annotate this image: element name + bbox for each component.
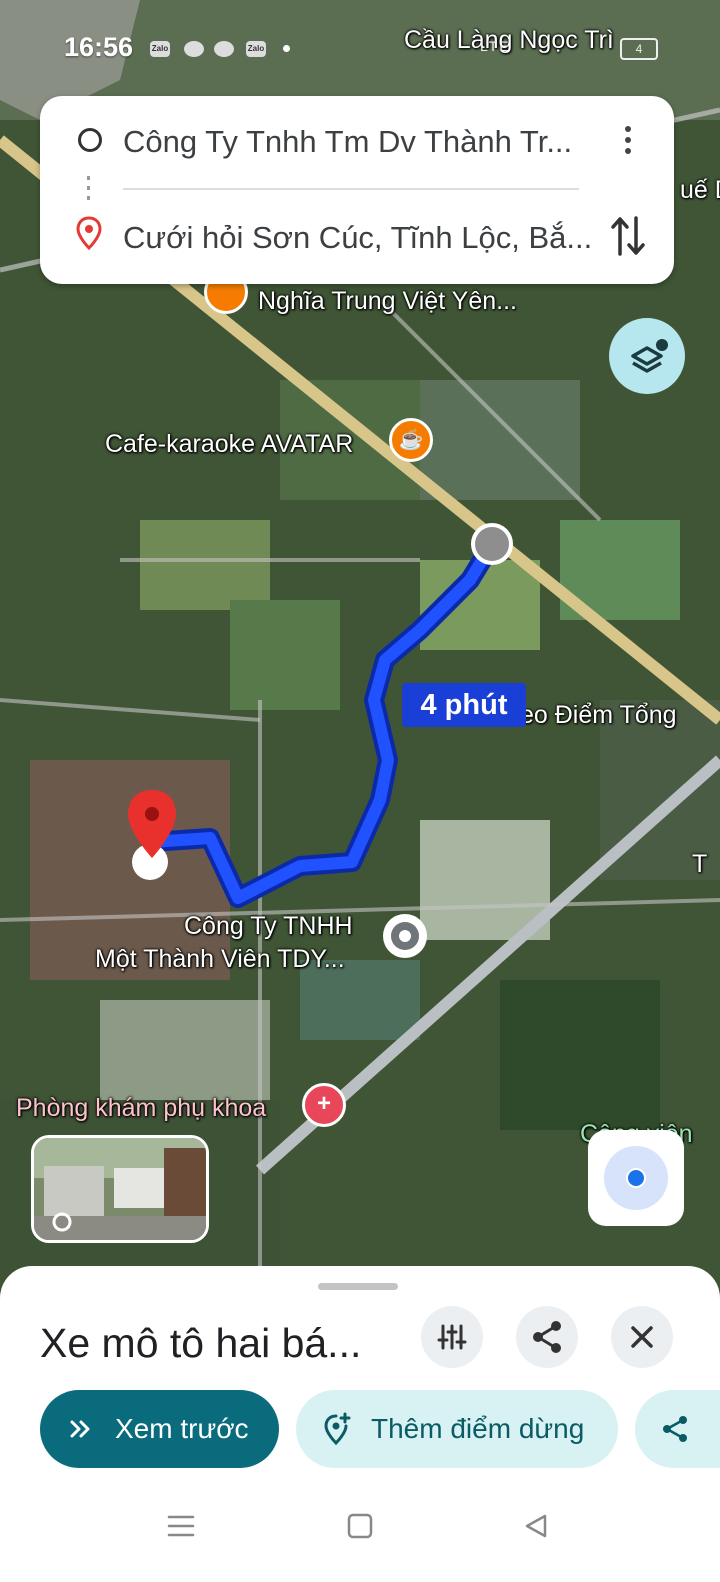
map-label-cafe[interactable]: Cafe-karaoke AVATAR xyxy=(105,430,353,459)
swap-arrows-icon xyxy=(611,216,645,256)
system-navigation-bar xyxy=(0,1482,720,1582)
map-label-right-t: T xyxy=(692,850,708,878)
directions-card: Công Ty Tnhh Tm Dv Thành Tr... Cưới hỏi … xyxy=(40,96,674,284)
close-icon xyxy=(631,1326,653,1348)
sliders-icon xyxy=(437,1324,467,1350)
zalo-notification-icon: Zalo xyxy=(150,41,170,57)
messenger-notification-icon xyxy=(214,41,234,57)
more-notifications-dot xyxy=(283,45,290,52)
cafe-icon[interactable]: ☕ xyxy=(389,418,433,462)
signal-indicator: LTE xyxy=(480,38,511,54)
travel-mode-title: Xe mô tô hai bá... xyxy=(40,1320,362,1366)
add-stop-button[interactable]: Thêm điểm dừng xyxy=(296,1390,618,1468)
share-route-button[interactable] xyxy=(635,1390,720,1468)
battery-icon: 4 xyxy=(620,38,658,60)
origin-row[interactable]: Công Ty Tnhh Tm Dv Thành Tr... xyxy=(40,110,674,170)
swap-button[interactable] xyxy=(610,214,646,258)
bottom-sheet: Xe mô tô hai bá... Xem trước Thêm điểm d… xyxy=(0,1266,720,1582)
map-label-right-edge: uế D xyxy=(680,176,720,204)
street-view-image xyxy=(34,1138,206,1240)
back-icon[interactable] xyxy=(522,1512,550,1540)
destination-field[interactable]: Cưới hỏi Sơn Cúc, Tĩnh Lộc, Bắ... xyxy=(123,220,592,256)
my-location-button[interactable] xyxy=(588,1130,684,1226)
route-dots xyxy=(87,176,90,206)
route-options-button[interactable] xyxy=(421,1306,483,1368)
chat-notification-icon xyxy=(184,41,204,57)
double-chevron-icon xyxy=(70,1420,90,1438)
map-label-clinic[interactable]: Phòng khám phụ khoa xyxy=(16,1094,266,1123)
zalo-notification-icon-2: Zalo xyxy=(246,41,266,57)
street-view-thumbnail[interactable] xyxy=(31,1135,209,1243)
my-location-icon xyxy=(604,1146,668,1210)
home-icon[interactable] xyxy=(346,1512,374,1540)
menu-icon[interactable] xyxy=(166,1514,196,1538)
layers-button[interactable] xyxy=(609,318,685,394)
origin-field[interactable]: Công Ty Tnhh Tm Dv Thành Tr... xyxy=(123,124,572,160)
close-button[interactable] xyxy=(611,1306,673,1368)
map-label-diem-tong[interactable]: eo Điểm Tổng xyxy=(520,701,677,730)
more-options-icon[interactable] xyxy=(624,126,632,160)
preview-button[interactable]: Xem trước xyxy=(40,1390,279,1468)
layers-icon xyxy=(631,339,668,373)
map-label-company-line1[interactable]: Công Ty TNHH xyxy=(184,912,353,941)
status-time: 16:56 xyxy=(64,32,134,62)
medical-icon[interactable]: + xyxy=(302,1083,346,1127)
origin-circle-icon xyxy=(78,128,102,152)
eta-label[interactable]: 4 phút xyxy=(402,683,526,727)
field-divider xyxy=(123,188,579,190)
share-route-icon xyxy=(663,1416,687,1442)
add-stop-icon xyxy=(324,1412,351,1446)
place-marker-icon[interactable] xyxy=(383,914,427,958)
add-stop-label: Thêm điểm dừng xyxy=(371,1413,585,1444)
map-label-nghia-trung[interactable]: Nghĩa Trung Việt Yên... xyxy=(258,287,517,316)
map-label-company-line2[interactable]: Một Thành Viên TDY... xyxy=(95,945,345,974)
drag-handle[interactable] xyxy=(318,1283,398,1290)
status-bar: 16:56 Zalo Zalo LTE 4 xyxy=(0,0,720,90)
destination-pin-icon xyxy=(76,216,102,250)
share-button[interactable] xyxy=(516,1306,578,1368)
share-icon xyxy=(533,1321,561,1353)
destination-row[interactable]: Cưới hỏi Sơn Cúc, Tĩnh Lộc, Bắ... xyxy=(40,206,674,266)
preview-label: Xem trước xyxy=(115,1413,249,1444)
